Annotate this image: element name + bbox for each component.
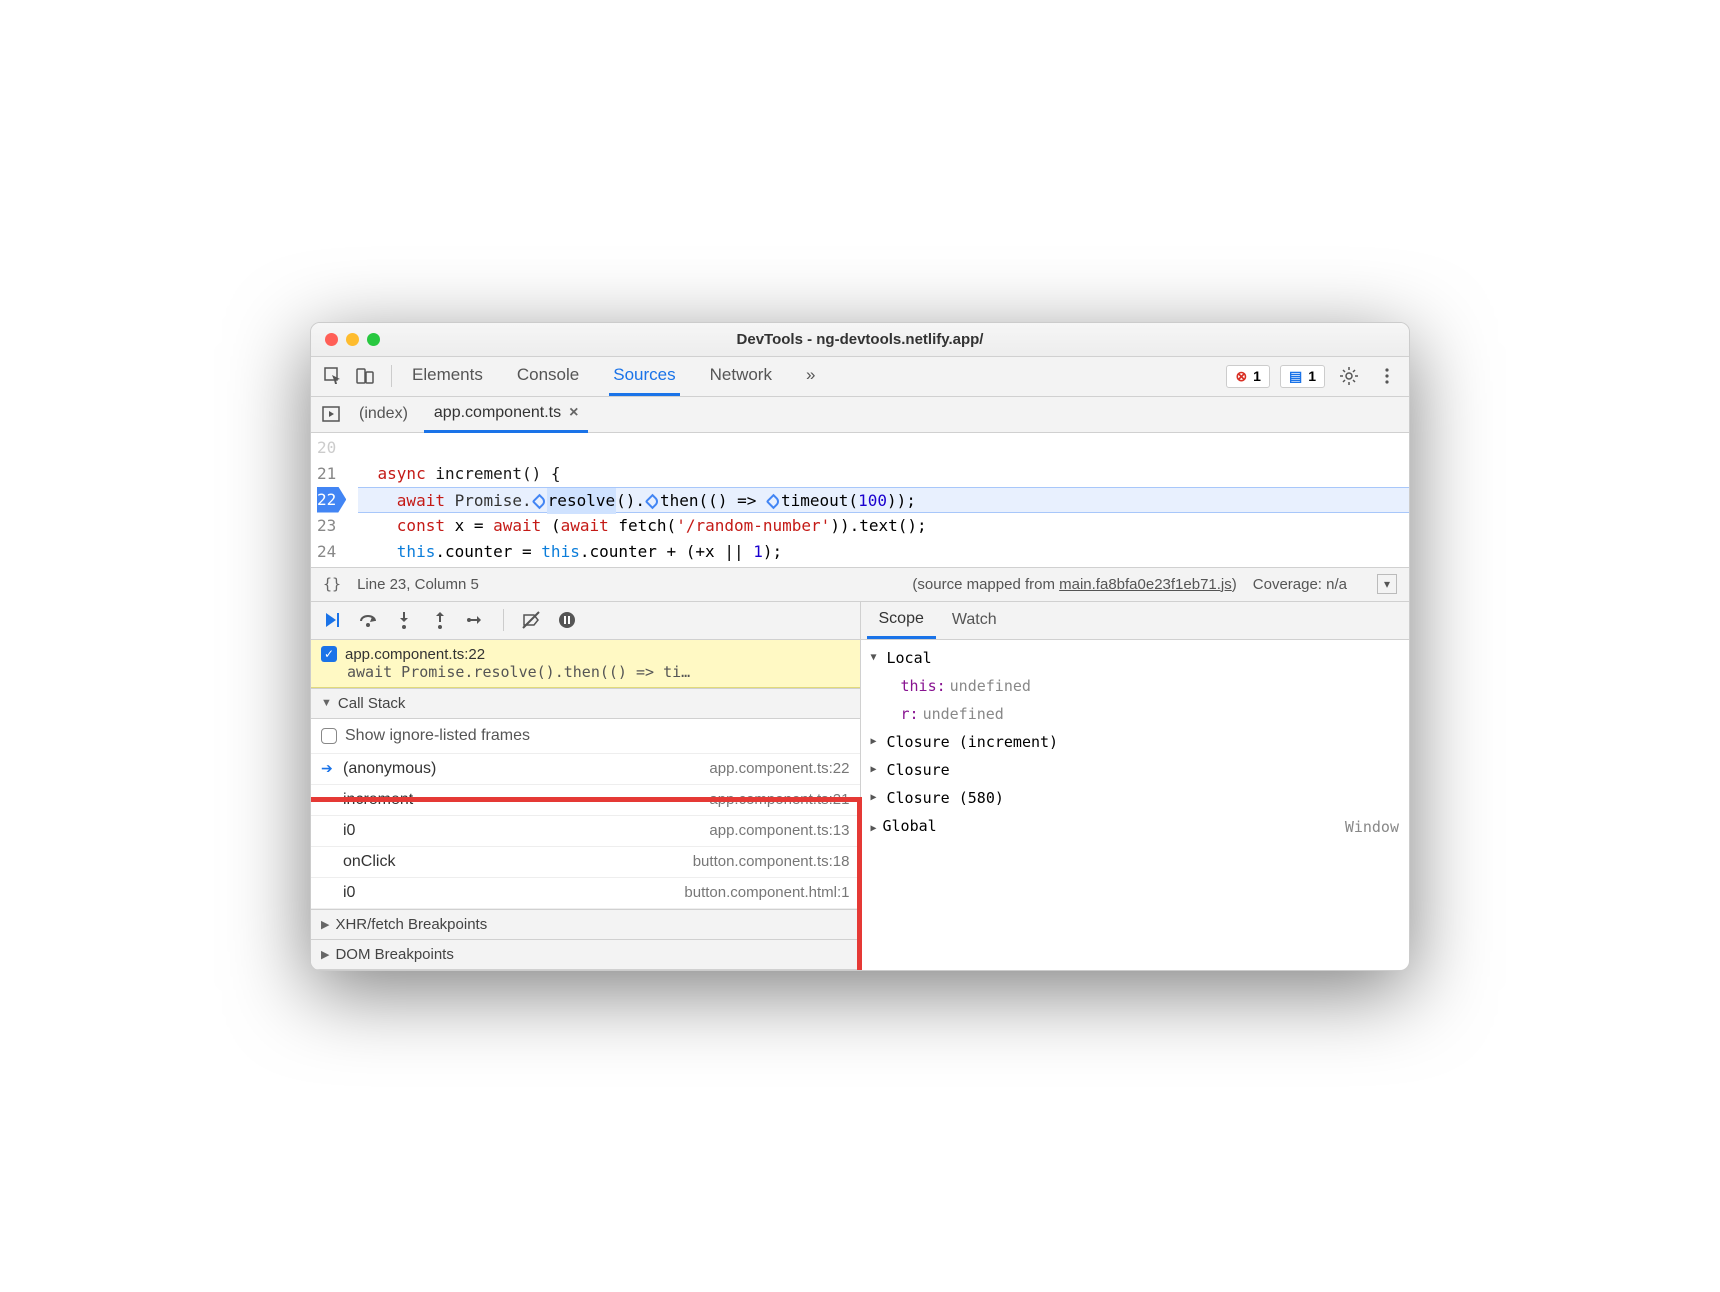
frame-function: i0 <box>343 822 701 840</box>
messages-badge[interactable]: ▤ 1 <box>1280 365 1325 388</box>
frame-function: (anonymous) <box>343 760 701 778</box>
tab-console[interactable]: Console <box>513 357 583 395</box>
scope-var-r[interactable]: r: undefined <box>861 700 1410 728</box>
step-into-icon[interactable] <box>391 607 417 633</box>
frame-location: app.component.ts:21 <box>709 791 849 808</box>
dom-breakpoints-header[interactable]: ▶ DOM Breakpoints <box>311 940 860 970</box>
call-stack-header[interactable]: ▼ Call Stack <box>311 688 860 719</box>
call-stack-frame[interactable]: increment app.component.ts:21 <box>311 785 860 816</box>
scope-closure-increment[interactable]: ▶Closure (increment) <box>861 728 1410 756</box>
line-number-breakpoint[interactable]: 22 <box>317 487 346 513</box>
frame-location: button.component.html:1 <box>684 884 849 901</box>
tab-elements[interactable]: Elements <box>408 357 487 395</box>
pause-exceptions-icon[interactable] <box>554 607 580 633</box>
file-tab-label: app.component.ts <box>434 404 561 422</box>
scope-closure-580[interactable]: ▶Closure (580) <box>861 784 1410 812</box>
step-out-icon[interactable] <box>427 607 453 633</box>
xhr-breakpoints-header[interactable]: ▶ XHR/fetch Breakpoints <box>311 909 860 940</box>
error-badge[interactable]: ⊗ 1 <box>1226 365 1270 388</box>
call-stack-frame[interactable]: i0 app.component.ts:13 <box>311 816 860 847</box>
main-toolbar: Elements Console Sources Network » ⊗ 1 ▤… <box>311 357 1409 397</box>
file-tab-label: (index) <box>359 405 408 423</box>
file-tab-app-component[interactable]: app.component.ts × <box>424 396 589 433</box>
code-editor[interactable]: 20 21 22 23 24 async increment() { await… <box>311 433 1409 568</box>
minimize-icon[interactable] <box>346 333 359 346</box>
error-count: 1 <box>1253 368 1261 384</box>
step-marker-icon <box>645 494 661 510</box>
zoom-icon[interactable] <box>367 333 380 346</box>
file-tab-index[interactable]: (index) <box>349 397 418 431</box>
paused-snippet: await Promise.resolve().then(() => ti… <box>347 663 850 681</box>
messages-count: 1 <box>1308 368 1316 384</box>
coverage-label: Coverage: n/a <box>1253 576 1347 593</box>
checkbox-icon[interactable] <box>321 728 337 744</box>
call-stack-frame[interactable]: ➔ (anonymous) app.component.ts:22 <box>311 754 860 785</box>
step-marker-icon <box>766 494 782 510</box>
current-frame-icon: ➔ <box>321 760 335 777</box>
step-marker-icon <box>531 494 547 510</box>
cursor-position: Line 23, Column 5 <box>357 576 479 593</box>
line-number: 21 <box>317 461 336 487</box>
right-debugger-panel: Scope Watch ▼Local this: undefined r: un… <box>861 602 1410 970</box>
tab-scope[interactable]: Scope <box>867 602 936 639</box>
pretty-print-icon[interactable]: {} <box>323 575 341 593</box>
editor-statusbar: {} Line 23, Column 5 (source mapped from… <box>311 568 1409 602</box>
tabs-overflow-icon[interactable]: » <box>802 357 819 395</box>
chevron-down-icon: ▼ <box>321 697 332 709</box>
scope-tree: ▼Local this: undefined r: undefined ▶Clo… <box>861 640 1410 847</box>
chevron-right-icon: ▶ <box>321 918 329 931</box>
close-icon[interactable]: × <box>569 404 578 422</box>
main-tabs: Elements Console Sources Network » <box>408 357 819 395</box>
scope-local[interactable]: ▼Local <box>861 644 1410 672</box>
devtools-window: DevTools - ng-devtools.netlify.app/ Elem… <box>310 322 1410 971</box>
tab-sources[interactable]: Sources <box>609 357 679 396</box>
window-title: DevTools - ng-devtools.netlify.app/ <box>311 331 1409 348</box>
call-stack-frame[interactable]: i0 button.component.html:1 <box>311 878 860 909</box>
scope-global[interactable]: ▶Global Window <box>861 812 1410 843</box>
scope-watch-tabs: Scope Watch <box>861 602 1410 640</box>
frame-function: i0 <box>343 884 676 902</box>
gear-icon[interactable] <box>1335 362 1363 390</box>
frame-function: increment <box>343 791 701 809</box>
paused-location[interactable]: app.component.ts:22 <box>345 646 485 663</box>
navigator-icon[interactable] <box>319 402 343 426</box>
resume-icon[interactable] <box>319 607 345 633</box>
frame-location: app.component.ts:13 <box>709 822 849 839</box>
show-ignore-listed[interactable]: Show ignore-listed frames <box>311 719 860 754</box>
scope-var-this[interactable]: this: undefined <box>861 672 1410 700</box>
frame-location: button.component.ts:18 <box>693 853 850 870</box>
frame-function: onClick <box>343 853 685 871</box>
code-area[interactable]: async increment() { await Promise.resolv… <box>346 433 1409 567</box>
deactivate-breakpoints-icon[interactable] <box>518 607 544 633</box>
inspect-icon[interactable] <box>319 362 347 390</box>
paused-message: ✓ app.component.ts:22 await Promise.reso… <box>311 640 860 688</box>
debugger-toolbar <box>311 602 860 640</box>
line-number: 20 <box>317 435 336 461</box>
traffic-lights <box>325 333 380 346</box>
line-number: 23 <box>317 513 336 539</box>
device-icon[interactable] <box>351 362 379 390</box>
step-over-icon[interactable] <box>355 607 381 633</box>
mapped-file-link[interactable]: main.fa8bfa0e23f1eb71.js <box>1059 576 1232 593</box>
gutter: 20 21 22 23 24 <box>311 433 346 567</box>
kebab-icon[interactable] <box>1373 362 1401 390</box>
tab-network[interactable]: Network <box>706 357 776 395</box>
expand-icon[interactable]: ▾ <box>1377 574 1397 594</box>
line-number: 24 <box>317 539 336 565</box>
tab-watch[interactable]: Watch <box>940 603 1009 637</box>
close-icon[interactable] <box>325 333 338 346</box>
titlebar: DevTools - ng-devtools.netlify.app/ <box>311 323 1409 357</box>
chevron-right-icon: ▶ <box>321 948 329 961</box>
scope-closure[interactable]: ▶Closure <box>861 756 1410 784</box>
debugger-panels: ✓ app.component.ts:22 await Promise.reso… <box>311 602 1409 970</box>
step-icon[interactable] <box>463 607 489 633</box>
left-debugger-panel: ✓ app.component.ts:22 await Promise.reso… <box>311 602 861 970</box>
error-icon: ⊗ <box>1235 368 1247 385</box>
breakpoint-checkbox[interactable]: ✓ <box>321 646 337 662</box>
message-icon: ▤ <box>1289 368 1302 385</box>
frame-location: app.component.ts:22 <box>709 760 849 777</box>
file-tabs: (index) app.component.ts × <box>311 397 1409 433</box>
source-mapped: (source mapped from main.fa8bfa0e23f1eb7… <box>912 576 1236 593</box>
call-stack-frame[interactable]: onClick button.component.ts:18 <box>311 847 860 878</box>
